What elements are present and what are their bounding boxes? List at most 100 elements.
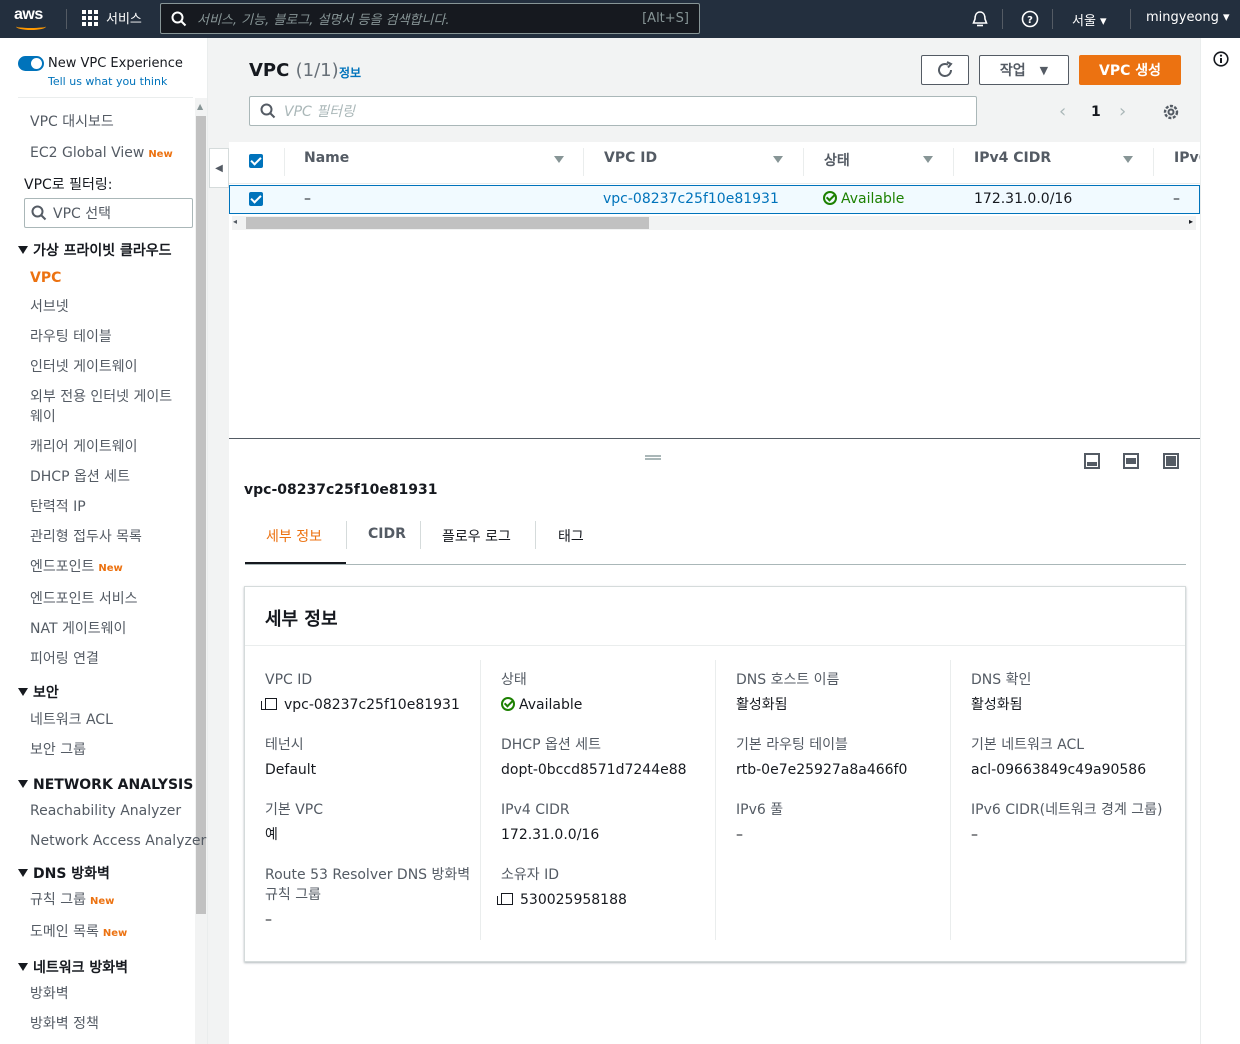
sidebar-section-security[interactable]: 보안 (18, 683, 59, 703)
tab-tags[interactable]: 태그 (558, 526, 584, 546)
search-input[interactable]: 서비스, 기능, 블로그, 설명서 등을 검색합니다. [Alt+S] (160, 3, 700, 34)
label-ipv6-pool: IPv6 풀 (736, 802, 784, 818)
sidebar-item-domain-lists[interactable]: 도메인 목록 New (30, 922, 127, 944)
feedback-link[interactable]: Tell us what you think (48, 75, 167, 88)
actions-button[interactable]: 작업 ▼ (979, 55, 1069, 85)
copy-icon[interactable] (497, 893, 513, 905)
row-checkbox[interactable] (249, 192, 263, 206)
sidebar-item-internet-gateways[interactable]: 인터넷 게이트웨이 (30, 357, 138, 377)
sidebar-item-dhcp-options[interactable]: DHCP 옵션 세트 (30, 467, 130, 487)
value-owner-id: 530025958188 (497, 890, 627, 910)
sidebar-section-network-firewall[interactable]: 네트워크 방화벽 (18, 958, 128, 978)
sidebar-item-subnets[interactable]: 서브넷 (30, 297, 69, 317)
column-header-ipv4-cidr[interactable]: IPv4 CIDR (974, 150, 1051, 166)
tab-cidr[interactable]: CIDR (368, 526, 406, 542)
label-state: 상태 (501, 672, 527, 688)
tab-details[interactable]: 세부 정보 (266, 526, 322, 546)
column-header-state[interactable]: 상태 (824, 150, 850, 170)
label-dhcp-options: DHCP 옵션 세트 (501, 737, 601, 753)
info-icon[interactable] (1213, 51, 1229, 67)
new-vpc-experience-toggle[interactable] (18, 56, 44, 71)
aws-logo[interactable]: aws (14, 6, 54, 32)
sidebar-item-prefix-lists[interactable]: 관리형 접두사 목록 (30, 527, 142, 547)
sidebar-item-vpc[interactable]: VPC (30, 268, 61, 288)
value-route53-firewall: – (265, 912, 272, 928)
prev-page-button[interactable]: ‹ (1059, 101, 1066, 122)
split-side-icon[interactable] (1123, 453, 1139, 469)
value-dhcp-options-link[interactable]: dopt-0bccd8571d7244e88 (501, 760, 687, 780)
next-page-button[interactable]: › (1119, 101, 1126, 122)
fullscreen-icon[interactable] (1163, 453, 1179, 469)
services-menu-button[interactable]: 서비스 (82, 8, 142, 27)
region-selector[interactable]: 서울 ▾ (1072, 10, 1107, 29)
bell-icon[interactable] (972, 10, 988, 28)
sidebar-item-firewalls[interactable]: 방화벽 (30, 984, 69, 1004)
info-link[interactable]: 정보 (339, 64, 361, 81)
resize-handle[interactable] (645, 455, 661, 460)
search-icon (171, 11, 187, 26)
help-icon[interactable]: ? (1021, 10, 1039, 28)
row-vpc-id-link[interactable]: vpc-08237c25f10e81931 (603, 191, 779, 207)
sidebar-item-route-tables[interactable]: 라우팅 테이블 (30, 327, 112, 347)
select-all-checkbox[interactable] (249, 154, 263, 168)
value-ipv4-cidr: 172.31.0.0/16 (501, 827, 600, 843)
sidebar-section-dns-firewall[interactable]: DNS 방화벽 (18, 864, 110, 884)
vpc-filter-label: VPC로 필터링: (24, 177, 113, 193)
sidebar-collapse-button[interactable]: ◀ (209, 148, 229, 188)
page-title: VPC (1/1) (249, 60, 339, 81)
value-ipv6-cidr: – (971, 827, 978, 843)
right-tools-bar (1200, 38, 1240, 1044)
row-status: Available (823, 191, 904, 207)
copy-icon[interactable] (261, 698, 277, 710)
label-tenancy: 테넌시 (265, 737, 304, 753)
sidebar-item-elastic-ip[interactable]: 탄력적 IP (30, 497, 86, 517)
sidebar-section-network-analysis[interactable]: NETWORK ANALYSIS (18, 775, 193, 795)
search-icon (260, 103, 276, 119)
sidebar-item-firewall-policies[interactable]: 방화벽 정책 (30, 1014, 99, 1034)
vpc-select-input[interactable]: VPC 선택 (24, 198, 193, 228)
column-header-ipv6[interactable]: IPv6 (1174, 150, 1200, 166)
value-main-route-table-link[interactable]: rtb-0e7e25927a8a466f0 (736, 760, 907, 780)
sidebar-item-reachability-analyzer[interactable]: Reachability Analyzer (30, 801, 181, 821)
sidebar-scrollbar[interactable] (196, 116, 206, 914)
row-ipv4-cidr: 172.31.0.0/16 (974, 191, 1073, 207)
value-vpc-id: vpc-08237c25f10e81931 (261, 695, 460, 715)
value-tenancy: Default (265, 762, 317, 778)
vpc-filter-input[interactable]: VPC 필터링 (249, 96, 977, 126)
sidebar-item-security-groups[interactable]: 보안 그룹 (30, 740, 86, 760)
sidebar-section-vpc[interactable]: 가상 프라이빗 클라우드 (18, 241, 172, 261)
check-circle-icon (823, 191, 837, 205)
sidebar-item-endpoint-services[interactable]: 엔드포인트 서비스 (30, 589, 138, 609)
sidebar-item-ec2-global-view[interactable]: EC2 Global View New (30, 143, 173, 165)
sidebar-item-network-acl[interactable]: 네트워크 ACL (30, 710, 113, 730)
settings-gear-icon[interactable] (1161, 102, 1181, 122)
check-circle-icon (501, 697, 515, 711)
tab-flow-logs[interactable]: 플로우 로그 (442, 526, 511, 546)
sidebar-item-network-access-analyzer[interactable]: Network Access Analyzer (30, 831, 206, 851)
label-ipv6-cidr: IPv6 CIDR(네트워크 경계 그룹) (971, 802, 1163, 818)
split-bottom-icon[interactable] (1084, 453, 1100, 469)
sidebar-item-nat-gateways[interactable]: NAT 게이트웨이 (30, 619, 126, 639)
sidebar-item-carrier-gateways[interactable]: 캐리어 게이트웨이 (30, 437, 138, 457)
label-dns-hostnames: DNS 호스트 이름 (736, 672, 840, 688)
refresh-icon (938, 61, 953, 77)
label-vpc-id: VPC ID (265, 672, 313, 688)
column-header-name[interactable]: Name (304, 150, 349, 166)
label-owner-id: 소유자 ID (501, 867, 559, 883)
sidebar-item-peering[interactable]: 피어링 연결 (30, 649, 99, 669)
sidebar-item-rule-groups[interactable]: 규칙 그룹 New (30, 890, 114, 912)
main-content: VPC (1/1) 정보 작업 ▼ VPC 생성 VPC 필터링 ‹ 1 › Na… (229, 38, 1200, 1044)
sidebar-item-endpoints[interactable]: 엔드포인트 New (30, 557, 123, 579)
sidebar-item-egress-only-igw[interactable]: 외부 전용 인터넷 게이트 웨이 (30, 387, 172, 427)
sidebar-item-vpc-dashboard[interactable]: VPC 대시보드 (30, 112, 114, 132)
svg-text:?: ? (1027, 15, 1033, 26)
refresh-button[interactable] (921, 55, 969, 85)
create-vpc-button[interactable]: VPC 생성 (1079, 55, 1181, 85)
value-main-network-acl-link[interactable]: acl-09663849c49a90586 (971, 760, 1146, 780)
page-number[interactable]: 1 (1091, 104, 1101, 120)
account-menu[interactable]: mingyeong ▾ (1146, 10, 1230, 25)
top-navigation-bar: aws 서비스 서비스, 기능, 블로그, 설명서 등을 검색합니다. [Alt… (0, 0, 1240, 38)
details-card: 세부 정보 VPC ID vpc-08237c25f10e81931 테넌시 D… (244, 586, 1186, 962)
column-header-vpc-id[interactable]: VPC ID (604, 150, 657, 166)
label-route53-firewall: Route 53 Resolver DNS 방화벽 규칙 그룹 (265, 867, 471, 903)
